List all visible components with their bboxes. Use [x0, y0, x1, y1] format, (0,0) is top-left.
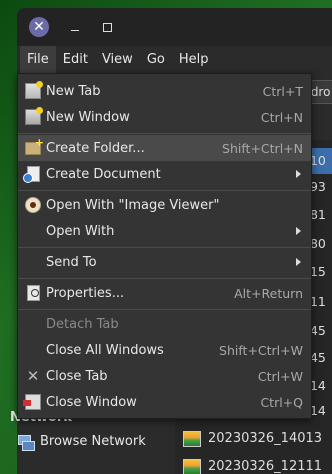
image-viewer-icon: [25, 197, 41, 213]
menu-separator: [18, 133, 311, 134]
menu-item-label: Create Document: [46, 166, 161, 182]
shortcut-label: Shift+Ctrl+W: [219, 342, 303, 358]
menu-item-close-window[interactable]: Close Window Ctrl+Q: [18, 389, 311, 415]
menu-item-label: New Tab: [46, 83, 101, 99]
menu-item-new-window[interactable]: New Window Ctrl+N: [18, 104, 311, 130]
file-row[interactable]: 20230326_12111: [175, 454, 332, 474]
network-icon: [18, 434, 35, 451]
submenu-arrow-icon: [296, 227, 301, 235]
menu-item-open-with[interactable]: Open With: [18, 218, 311, 244]
new-window-icon: [25, 107, 43, 125]
maximize-button[interactable]: [97, 17, 117, 37]
menu-edit[interactable]: Edit: [56, 46, 95, 73]
menu-item-properties[interactable]: Properties... Alt+Return: [18, 280, 311, 306]
menu-item-close-tab[interactable]: ✕ Close Tab Ctrl+W: [18, 363, 311, 389]
menu-item-label: Create Folder...: [46, 140, 145, 156]
menu-item-label: Detach Tab: [46, 316, 119, 332]
menu-item-label: Open With: [46, 223, 115, 239]
shortcut-label: Shift+Ctrl+N: [222, 140, 303, 156]
menu-item-label: Close Tab: [46, 368, 108, 384]
menu-item-label: Open With "Image Viewer": [46, 197, 220, 213]
file-row[interactable]: 20230326_14013: [175, 426, 332, 454]
create-folder-icon: [25, 136, 44, 155]
menu-item-create-folder[interactable]: Create Folder... Shift+Ctrl+N: [18, 135, 311, 161]
submenu-arrow-icon: [296, 170, 301, 178]
menu-go[interactable]: Go: [140, 46, 172, 73]
menu-item-send-to[interactable]: Send To: [18, 249, 311, 275]
menu-item-new-tab[interactable]: New Tab Ctrl+T: [18, 78, 311, 104]
menu-item-label: Close All Windows: [46, 342, 164, 358]
menu-item-label: New Window: [46, 109, 130, 125]
file-name: 20230326_12111: [208, 459, 323, 474]
menu-item-create-document[interactable]: Create Document: [18, 161, 311, 187]
shortcut-label: Ctrl+N: [260, 109, 303, 125]
menu-item-label: Close Window: [46, 394, 137, 410]
menu-item-label: Send To: [46, 254, 97, 270]
sidebar-item-browse-network[interactable]: Browse Network: [18, 434, 146, 451]
new-tab-icon: [25, 81, 43, 99]
shortcut-label: Ctrl+T: [262, 83, 303, 99]
file-name: 20230326_14013: [208, 431, 323, 446]
shortcut-label: Alt+Return: [234, 285, 303, 301]
menu-help[interactable]: Help: [172, 46, 216, 73]
close-icon: ✕: [33, 19, 45, 35]
shortcut-label: Ctrl+W: [257, 368, 303, 384]
shortcut-label: Ctrl+Q: [260, 394, 303, 410]
menu-separator: [18, 309, 311, 310]
menu-item-detach-tab: Detach Tab: [18, 311, 311, 337]
menu-bar: File Edit View Go Help: [17, 46, 332, 73]
sidebar-item-label: Browse Network: [40, 434, 146, 449]
close-window-button[interactable]: ✕: [29, 17, 49, 37]
image-file-icon: [183, 459, 201, 474]
menu-item-label: Properties...: [46, 285, 125, 301]
minimize-button[interactable]: [65, 17, 85, 37]
menu-file[interactable]: File: [20, 46, 56, 73]
maximize-icon: [102, 22, 112, 32]
close-tab-icon: ✕: [26, 367, 40, 385]
menu-item-close-all-windows[interactable]: Close All Windows Shift+Ctrl+W: [18, 337, 311, 363]
menu-separator: [18, 278, 311, 279]
menu-separator: [18, 247, 311, 248]
minimize-icon: [71, 29, 79, 31]
submenu-arrow-icon: [296, 258, 301, 266]
menu-view[interactable]: View: [95, 46, 140, 73]
properties-icon: [27, 285, 40, 301]
menu-separator: [18, 190, 311, 191]
create-document-icon: [23, 166, 40, 183]
file-menu-dropdown: New Tab Ctrl+T New Window Ctrl+N Create …: [17, 73, 312, 419]
menu-item-open-with-image-viewer[interactable]: Open With "Image Viewer": [18, 192, 311, 218]
close-window-icon: [23, 394, 41, 410]
title-bar: ✕: [17, 8, 332, 46]
image-file-icon: [183, 431, 201, 447]
